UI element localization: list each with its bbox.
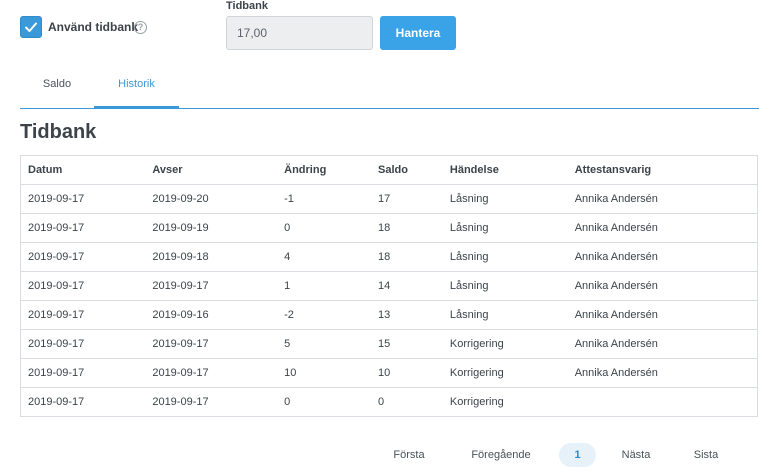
cell-datum: 2019-09-17 bbox=[20, 213, 146, 243]
hantera-button[interactable]: Hantera bbox=[380, 16, 456, 50]
cell-handelse: Korrigering bbox=[442, 329, 568, 359]
cell-handelse: Låsning bbox=[442, 271, 568, 301]
cell-andring: 4 bbox=[277, 242, 372, 272]
pagination-last[interactable]: Sista bbox=[684, 443, 728, 467]
cell-datum: 2019-09-17 bbox=[20, 358, 146, 388]
cell-attestansvarig: Annika Andersén bbox=[567, 329, 758, 359]
cell-avser: 2019-09-17 bbox=[145, 358, 278, 388]
cell-datum: 2019-09-17 bbox=[20, 271, 146, 301]
cell-attestansvarig: Annika Andersén bbox=[567, 300, 758, 330]
tab-historik[interactable]: Historik bbox=[94, 70, 179, 109]
cell-attestansvarig: Annika Andersén bbox=[567, 213, 758, 243]
cell-andring: 1 bbox=[277, 271, 372, 301]
column-header-attestansvarig[interactable]: Attestansvarig bbox=[567, 155, 758, 185]
tidbank-field-label: Tidbank bbox=[226, 0, 268, 12]
use-tidbank-checkbox[interactable] bbox=[20, 16, 42, 38]
cell-andring: 10 bbox=[277, 358, 372, 388]
cell-datum: 2019-09-17 bbox=[20, 184, 146, 214]
cell-andring: 0 bbox=[284, 396, 291, 408]
pagination-first[interactable]: Första bbox=[383, 443, 435, 467]
cell-avser: 2019-09-17 bbox=[145, 329, 278, 359]
pagination-next[interactable]: Nästa bbox=[614, 443, 658, 467]
cell-handelse: Låsning bbox=[442, 300, 568, 330]
column-header-andring[interactable]: Ändring bbox=[277, 155, 372, 185]
cell-handelse: Låsning bbox=[442, 213, 568, 243]
cell-handelse: Låsning bbox=[442, 184, 568, 214]
table-row: 2019-09-17 2019-09-17 5 15 Korrigering A… bbox=[20, 329, 758, 359]
cell-andring: 5 bbox=[277, 329, 372, 359]
column-header-saldo[interactable]: Saldo bbox=[371, 155, 443, 185]
cell-avser: 2019-09-20 bbox=[145, 184, 278, 214]
cell-handelse: Låsning bbox=[442, 242, 568, 272]
cell-datum: 2019-09-17 bbox=[28, 396, 85, 408]
cell-handelse: Korrigering bbox=[449, 396, 504, 408]
cell-avser: 2019-09-16 bbox=[145, 300, 278, 330]
cell-attestansvarig: Annika Andersén bbox=[567, 358, 758, 388]
column-header-datum[interactable]: Datum bbox=[20, 155, 146, 185]
cell-saldo: 0 bbox=[378, 396, 385, 408]
cell-datum: 2019-09-17 bbox=[20, 300, 146, 330]
tab-bar: Saldo Historik bbox=[20, 70, 759, 109]
table-row: 2019-09-17 2019-09-20 -1 17 Låsning Anni… bbox=[20, 184, 758, 214]
tidbank-input[interactable] bbox=[226, 16, 373, 50]
cell-attestansvarig: Annika Andersén bbox=[567, 184, 758, 214]
cell-andring: 0 bbox=[277, 213, 372, 243]
table-header-row: Datum Avser Ändring Saldo Händelse Attes… bbox=[20, 155, 758, 185]
table-row: 2019-09-17 2019-09-17 0 0 Korrigering bbox=[21, 388, 758, 417]
cell-handelse: Korrigering bbox=[442, 358, 568, 388]
cell-attestansvarig: Annika Andersén bbox=[567, 271, 758, 301]
history-table: Datum Avser Ändring Saldo Händelse Attes… bbox=[20, 155, 758, 417]
cell-datum: 2019-09-17 bbox=[20, 329, 146, 359]
cell-saldo: 13 bbox=[371, 300, 443, 330]
cell-saldo: 18 bbox=[371, 213, 443, 243]
cell-andring: -1 bbox=[277, 184, 372, 214]
pagination-current-page[interactable]: 1 bbox=[559, 443, 596, 467]
help-icon[interactable]: ? bbox=[134, 21, 147, 34]
column-header-avser[interactable]: Avser bbox=[145, 155, 278, 185]
cell-avser: 2019-09-18 bbox=[145, 242, 278, 272]
tab-saldo[interactable]: Saldo bbox=[20, 70, 94, 108]
table-row: 2019-09-17 2019-09-18 4 18 Låsning Annik… bbox=[20, 242, 758, 272]
settings-row: Använd tidbank ? Tidbank Hantera bbox=[0, 0, 772, 60]
table-row: 2019-09-17 2019-09-19 0 18 Låsning Annik… bbox=[20, 213, 758, 243]
cell-saldo: 14 bbox=[371, 271, 443, 301]
table-row: 2019-09-17 2019-09-17 1 14 Låsning Annik… bbox=[20, 271, 758, 301]
cell-avser: 2019-09-17 bbox=[145, 271, 278, 301]
cell-saldo: 17 bbox=[371, 184, 443, 214]
cell-saldo: 15 bbox=[371, 329, 443, 359]
cell-attestansvarig bbox=[568, 388, 758, 417]
use-tidbank-label: Använd tidbank bbox=[48, 20, 139, 34]
cell-datum: 2019-09-17 bbox=[20, 242, 146, 272]
table-row: 2019-09-17 2019-09-17 10 10 Korrigering … bbox=[20, 358, 758, 388]
checkmark-icon bbox=[25, 22, 37, 32]
cell-saldo: 18 bbox=[371, 242, 443, 272]
cell-avser: 2019-09-17 bbox=[152, 396, 209, 408]
cell-avser: 2019-09-19 bbox=[145, 213, 278, 243]
cell-saldo: 10 bbox=[371, 358, 443, 388]
cell-andring: -2 bbox=[277, 300, 372, 330]
pagination-previous[interactable]: Föregående bbox=[460, 443, 542, 467]
section-title: Tidbank bbox=[20, 121, 97, 143]
table-row: 2019-09-17 2019-09-16 -2 13 Låsning Anni… bbox=[20, 300, 758, 330]
column-header-handelse[interactable]: Händelse bbox=[442, 155, 568, 185]
cell-attestansvarig: Annika Andersén bbox=[567, 242, 758, 272]
